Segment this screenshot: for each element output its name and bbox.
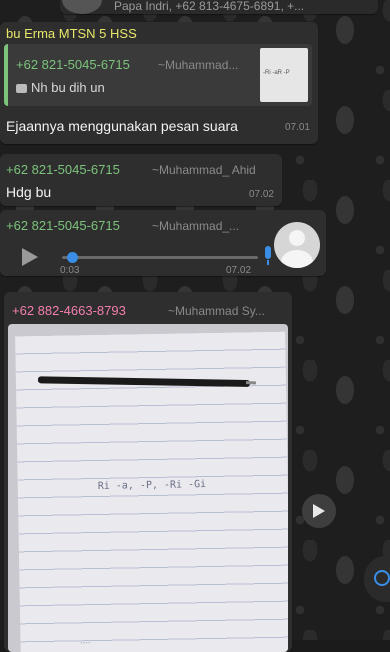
voice-progress-knob[interactable] bbox=[66, 252, 78, 263]
message-time: 07.02 bbox=[248, 189, 274, 200]
quoted-message[interactable]: +62 821-5045-6715 ~Muhammad... Nh bu dih… bbox=[4, 44, 312, 106]
top-cut-text: Papa Indri, +62 813-4675-6891, +... bbox=[114, 0, 305, 13]
pen bbox=[37, 376, 250, 387]
play-icon[interactable] bbox=[22, 248, 38, 266]
message-sender: +62 821-5045-6715 bbox=[6, 162, 120, 177]
voice-avatar[interactable] bbox=[274, 222, 320, 268]
message-time: 07.02 bbox=[226, 265, 252, 276]
message-text: Hdg bu bbox=[6, 184, 52, 200]
cut-message-top[interactable]: Papa Indri, +62 813-4675-6891, +... bbox=[60, 0, 378, 14]
image-message-bubble[interactable]: +62 882-4663-8793 ~Muhammad Sy... Ri -a,… bbox=[4, 292, 292, 652]
pen-tip bbox=[245, 381, 257, 385]
paper-text: Ri -a, -P, -Ri -Gi bbox=[97, 479, 207, 492]
forward-icon bbox=[313, 504, 325, 518]
quote-alias: ~Muhammad... bbox=[158, 58, 239, 72]
quote-sender: +62 821-5045-6715 bbox=[16, 57, 130, 72]
message-text: Ejaannya menggunakan pesan suara bbox=[6, 118, 238, 134]
quote-thumbnail: -Ri -aR -P bbox=[260, 48, 308, 102]
message-alias: ~Muhammad_... bbox=[152, 219, 240, 233]
avatar-body bbox=[281, 250, 313, 268]
voice-duration: 0:03 bbox=[60, 265, 80, 276]
paper-bottom-text: .... bbox=[80, 635, 91, 646]
paper-sheet: Ri -a, -P, -Ri -Gi .... bbox=[15, 331, 288, 652]
text-message-bubble[interactable]: +62 821-5045-6715 ~Muhammad_ Ahid Hdg bu… bbox=[0, 154, 282, 206]
reply-message-bubble[interactable]: bu Erma MTSN 5 HSS +62 821-5045-6715 ~Mu… bbox=[0, 22, 318, 144]
mic-stand bbox=[267, 260, 269, 265]
voice-message-bubble[interactable]: +62 821-5045-6715 ~Muhammad_... 0:03 07.… bbox=[0, 210, 326, 276]
message-alias: ~Muhammad_ Ahid bbox=[152, 163, 256, 177]
message-alias: ~Muhammad Sy... bbox=[168, 304, 265, 318]
forward-button[interactable] bbox=[302, 494, 336, 528]
message-time: 07.01 bbox=[284, 122, 310, 133]
quote-text: Nh bu dih un bbox=[31, 80, 105, 95]
avatar-head bbox=[289, 230, 305, 246]
message-sender: +62 882-4663-8793 bbox=[12, 303, 126, 318]
thumb-text: -Ri -aR -P bbox=[263, 70, 290, 76]
message-image[interactable]: Ri -a, -P, -Ri -Gi .... bbox=[8, 324, 288, 652]
voice-progress-track[interactable] bbox=[62, 252, 258, 263]
mic-icon bbox=[265, 246, 271, 259]
chevron-down-icon bbox=[374, 570, 390, 586]
camera-icon bbox=[16, 84, 27, 93]
group-name: bu Erma MTSN 5 HSS bbox=[6, 26, 137, 41]
message-sender: +62 821-5045-6715 bbox=[6, 218, 120, 233]
